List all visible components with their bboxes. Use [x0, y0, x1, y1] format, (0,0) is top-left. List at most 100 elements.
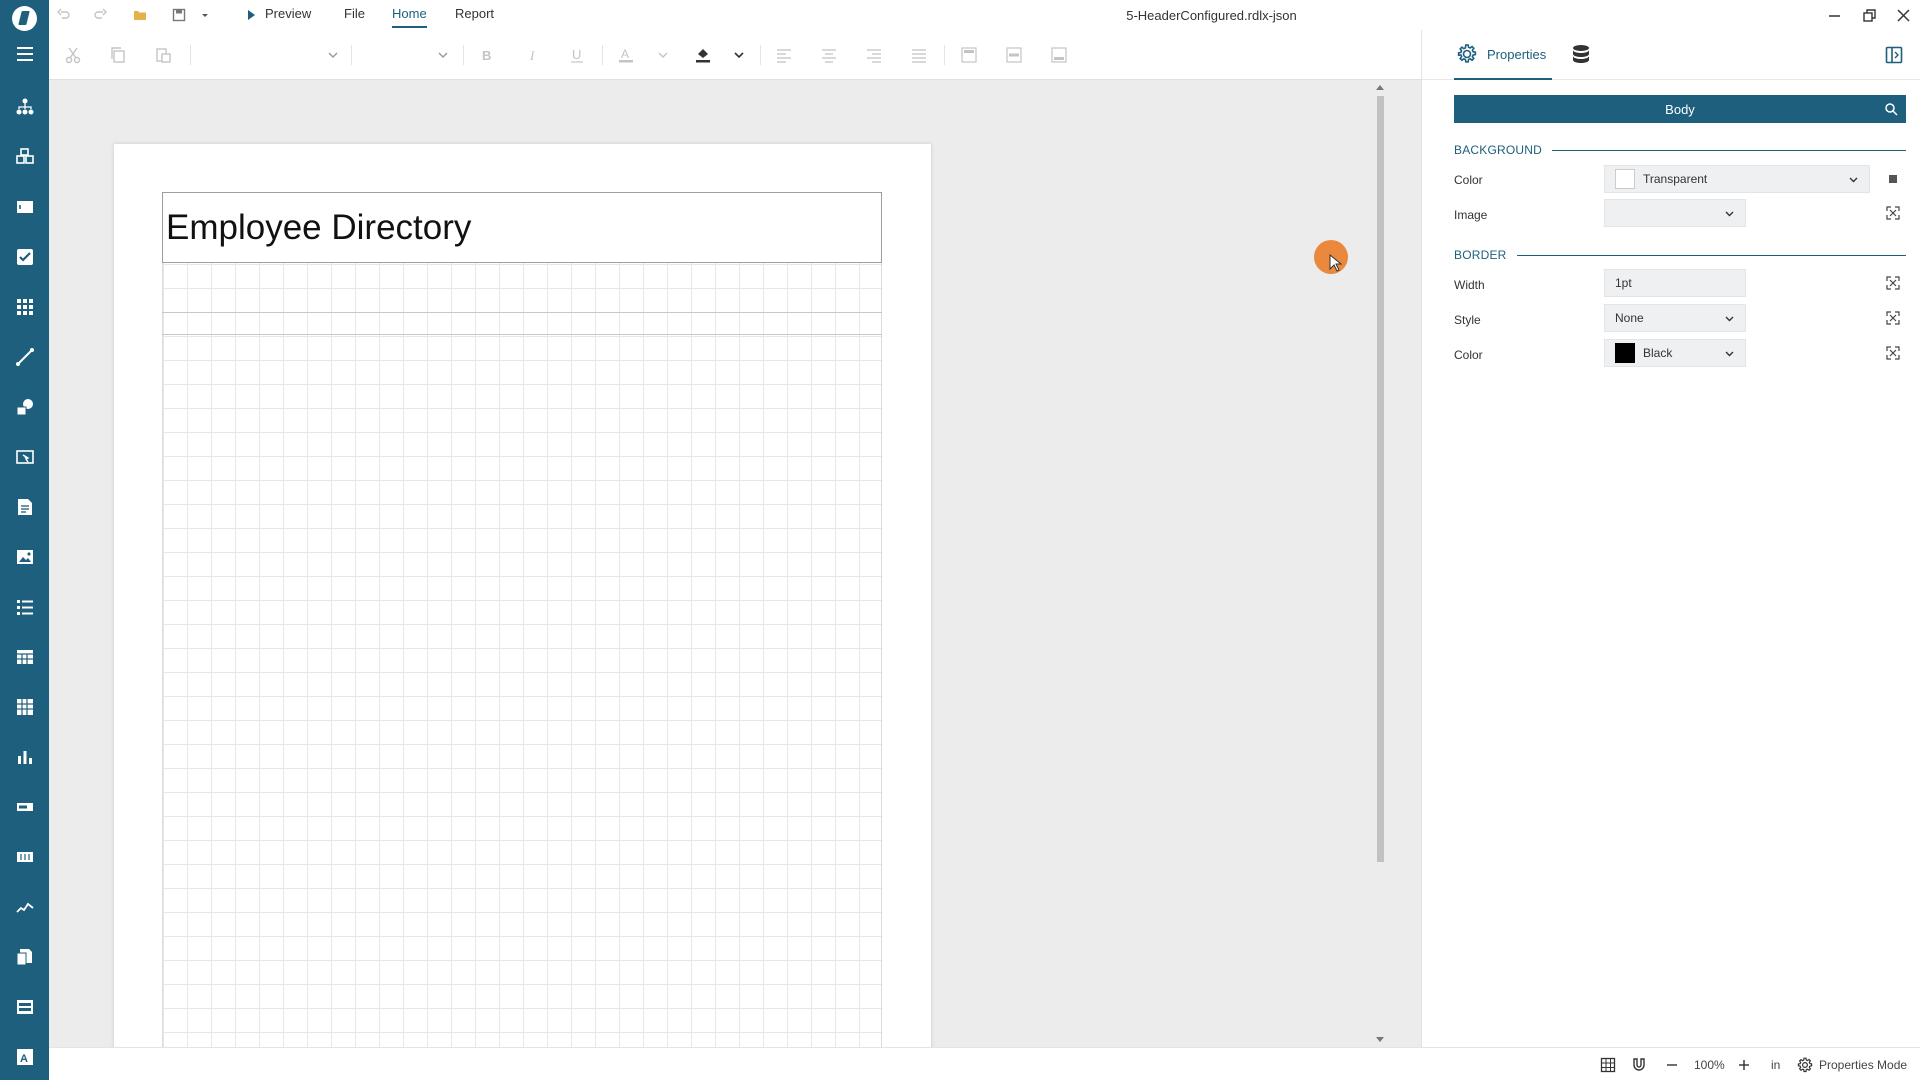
tab-properties[interactable]: Properties	[1454, 30, 1552, 80]
border-width-label: Width	[1454, 278, 1485, 292]
copy-icon[interactable]	[108, 45, 128, 65]
chevron-down-icon	[1725, 211, 1734, 217]
menu-preview[interactable]: Preview	[265, 6, 311, 28]
italic-icon[interactable]: I	[523, 45, 543, 65]
border-style-dropdown[interactable]: None	[1604, 304, 1746, 332]
svg-text:A: A	[621, 47, 629, 61]
chevron-down-icon	[1849, 177, 1858, 183]
units-selector[interactable]: in	[1771, 1058, 1780, 1072]
image-tool-icon[interactable]	[12, 544, 37, 569]
svg-text:I: I	[529, 48, 535, 63]
menu-home[interactable]: Home	[392, 6, 427, 28]
richtext-tool-icon[interactable]	[12, 494, 37, 519]
underline-icon[interactable]: U	[567, 45, 587, 65]
menu-report[interactable]: Report	[455, 6, 494, 28]
svg-text:A: A	[20, 1053, 28, 1065]
grid-toggle-icon[interactable]	[1600, 1057, 1616, 1073]
sparkline-tool-icon[interactable]	[12, 894, 37, 919]
table-tool-icon[interactable]	[12, 644, 37, 669]
border-width-expression-icon[interactable]	[1886, 276, 1902, 292]
vertical-align-bottom-icon[interactable]	[1049, 45, 1069, 65]
vertical-align-top-icon[interactable]	[959, 45, 979, 65]
zoom-in-icon[interactable]	[1736, 1057, 1752, 1073]
border-width-input[interactable]: 1pt	[1604, 269, 1746, 297]
snap-magnet-icon[interactable]	[1631, 1057, 1647, 1073]
undo-icon[interactable]	[56, 7, 72, 23]
bg-color-label: Color	[1454, 173, 1483, 187]
container-tool-icon[interactable]	[12, 994, 37, 1019]
hamburger-menu-icon[interactable]	[12, 41, 37, 66]
close-icon[interactable]	[1891, 4, 1915, 26]
zoom-out-icon[interactable]	[1664, 1057, 1680, 1073]
fill-color-icon[interactable]	[693, 45, 713, 65]
border-color-dropdown[interactable]: Black	[1604, 339, 1746, 367]
database-icon[interactable]	[1570, 44, 1592, 66]
font-family-dropdown[interactable]	[209, 45, 339, 65]
search-icon[interactable]	[1884, 102, 1898, 116]
menu-file[interactable]: File	[344, 6, 365, 28]
group-editor-icon[interactable]	[12, 144, 37, 169]
checkbox-tool-icon[interactable]	[12, 244, 37, 269]
bullet-tool-icon[interactable]	[12, 794, 37, 819]
toolbar-separator	[944, 45, 945, 65]
preview-play-icon[interactable]	[243, 7, 259, 23]
toolbar-separator	[760, 45, 761, 65]
border-color-expression-icon[interactable]	[1886, 346, 1902, 362]
restore-icon[interactable]	[1857, 4, 1881, 26]
align-left-icon[interactable]	[774, 45, 794, 65]
save-options-chevron-icon[interactable]	[197, 7, 213, 23]
scroll-down-arrow-icon[interactable]	[1376, 1037, 1384, 1042]
cut-icon[interactable]	[63, 45, 83, 65]
textbox-tool-icon[interactable]	[12, 194, 37, 219]
formatted-text-tool-icon[interactable]: A	[12, 1044, 37, 1069]
input-field-tool-icon[interactable]	[12, 444, 37, 469]
line-tool-icon[interactable]	[12, 344, 37, 369]
vertical-align-middle-icon[interactable]	[1004, 45, 1024, 65]
justify-icon[interactable]	[909, 45, 929, 65]
bg-image-dropdown[interactable]	[1604, 199, 1746, 227]
bg-color-dropdown[interactable]: Transparent	[1604, 165, 1870, 193]
save-icon[interactable]	[171, 7, 187, 23]
align-center-icon[interactable]	[819, 45, 839, 65]
section-rule	[1516, 254, 1906, 256]
panel-toggle-icon[interactable]	[1885, 46, 1903, 64]
border-style-expression-icon[interactable]	[1886, 311, 1902, 327]
bg-image-expression-icon[interactable]	[1886, 206, 1902, 222]
svg-text:B: B	[482, 48, 491, 63]
toolbar-separator	[463, 45, 464, 65]
gear-icon	[1797, 1057, 1813, 1073]
scroll-up-arrow-icon[interactable]	[1376, 85, 1384, 90]
fill-color-chevron-icon[interactable]	[729, 45, 749, 65]
text-color-icon[interactable]: A	[616, 45, 636, 65]
scrollbar-thumb[interactable]	[1377, 96, 1384, 862]
properties-mode-toggle[interactable]: Properties Mode	[1797, 1057, 1907, 1073]
paste-icon[interactable]	[153, 45, 173, 65]
zoom-level[interactable]: 100%	[1694, 1058, 1725, 1072]
banded-list-tool-icon[interactable]	[12, 844, 37, 869]
bold-icon[interactable]: B	[477, 45, 497, 65]
section-background-title: BACKGROUND	[1454, 143, 1543, 157]
chart-tool-icon[interactable]	[12, 744, 37, 769]
tool-rail: A	[0, 0, 49, 1080]
font-size-dropdown[interactable]	[359, 45, 449, 65]
bg-color-swatch	[1615, 169, 1635, 189]
text-color-chevron-icon[interactable]	[653, 45, 673, 65]
report-explorer-icon[interactable]	[12, 94, 37, 119]
list-tool-icon[interactable]	[12, 594, 37, 619]
canvas-vertical-scrollbar[interactable]	[1374, 82, 1384, 1047]
report-body-grid[interactable]	[162, 192, 882, 1047]
toolbar-separator	[351, 45, 352, 65]
selected-item-bar[interactable]: Body	[1454, 95, 1906, 123]
page-header-textbox[interactable]: Employee Directory	[162, 192, 882, 263]
subreport-tool-icon[interactable]	[12, 944, 37, 969]
shape-tool-icon[interactable]	[12, 394, 37, 419]
minimize-icon[interactable]	[1822, 4, 1846, 26]
redo-icon[interactable]	[92, 7, 108, 23]
barcode-tool-icon[interactable]	[12, 294, 37, 319]
open-folder-icon[interactable]	[132, 7, 148, 23]
align-right-icon[interactable]	[864, 45, 884, 65]
tablix-tool-icon[interactable]	[12, 694, 37, 719]
report-page[interactable]: Employee Directory	[114, 144, 931, 1047]
bg-color-reset-icon[interactable]	[1886, 172, 1902, 188]
design-canvas[interactable]: Employee Directory	[49, 80, 1421, 1047]
